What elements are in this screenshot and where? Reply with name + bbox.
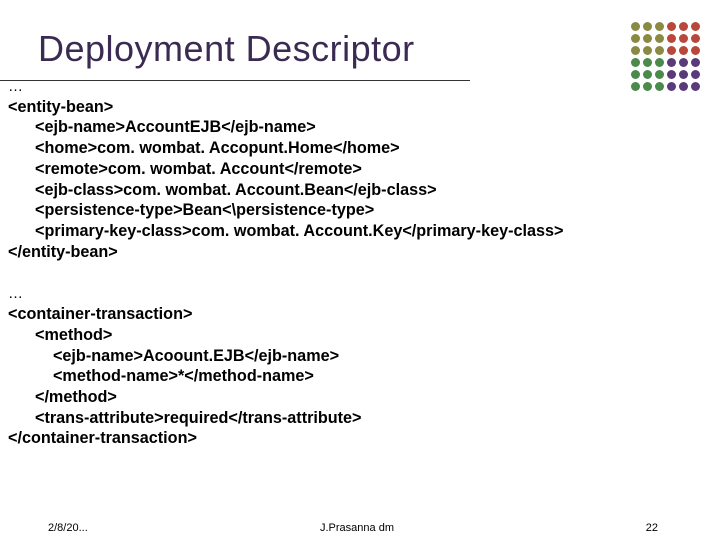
dot-icon bbox=[655, 34, 664, 43]
code-line: <ejb-name>Acoount.EJB</ejb-name> bbox=[8, 347, 339, 365]
dot-icon bbox=[679, 34, 688, 43]
code-line: </entity-bean> bbox=[8, 243, 118, 261]
code-line: <entity-bean> bbox=[8, 98, 113, 116]
dot-icon bbox=[691, 82, 700, 91]
dot-icon bbox=[643, 70, 652, 79]
code-line: <remote>com. wombat. Account</remote> bbox=[8, 160, 362, 178]
decorative-dot-grid bbox=[631, 22, 700, 91]
dot-icon bbox=[655, 70, 664, 79]
dot-icon bbox=[631, 46, 640, 55]
code-line: <ejb-name>AccountEJB</ejb-name> bbox=[8, 118, 316, 136]
ellipsis-top: … bbox=[8, 78, 23, 95]
dot-icon bbox=[631, 22, 640, 31]
slide: Deployment Descriptor … <entity-bean> <e… bbox=[0, 0, 720, 540]
dot-icon bbox=[691, 22, 700, 31]
dot-icon bbox=[691, 70, 700, 79]
ellipsis-mid: … bbox=[8, 285, 23, 302]
dot-icon bbox=[631, 82, 640, 91]
dot-icon bbox=[679, 58, 688, 67]
dot-icon bbox=[679, 46, 688, 55]
dot-icon bbox=[667, 46, 676, 55]
dot-icon bbox=[631, 58, 640, 67]
dot-icon bbox=[679, 22, 688, 31]
footer-page-number: 22 bbox=[646, 522, 658, 534]
dot-icon bbox=[631, 70, 640, 79]
dot-icon bbox=[643, 82, 652, 91]
code-line: <container-transaction> bbox=[8, 305, 192, 323]
dot-icon bbox=[679, 82, 688, 91]
dot-icon bbox=[679, 70, 688, 79]
dot-icon bbox=[667, 22, 676, 31]
dot-icon bbox=[643, 58, 652, 67]
dot-icon bbox=[667, 58, 676, 67]
code-line: <ejb-class>com. wombat. Account.Bean</ej… bbox=[8, 181, 437, 199]
dot-icon bbox=[643, 22, 652, 31]
dot-icon bbox=[667, 70, 676, 79]
code-line: <persistence-type>Bean<\persistence-type… bbox=[8, 201, 374, 219]
dot-icon bbox=[691, 34, 700, 43]
dot-icon bbox=[667, 34, 676, 43]
dot-icon bbox=[691, 46, 700, 55]
dot-icon bbox=[631, 34, 640, 43]
code-content: … <entity-bean> <ejb-name>AccountEJB</ej… bbox=[8, 76, 563, 449]
code-line: <trans-attribute>required</trans-attribu… bbox=[8, 409, 362, 427]
dot-icon bbox=[691, 58, 700, 67]
dot-icon bbox=[655, 46, 664, 55]
dot-icon bbox=[655, 58, 664, 67]
dot-icon bbox=[643, 34, 652, 43]
dot-icon bbox=[667, 82, 676, 91]
code-line: </container-transaction> bbox=[8, 429, 197, 447]
dot-icon bbox=[643, 46, 652, 55]
code-line: </method> bbox=[8, 388, 117, 406]
code-line: <primary-key-class>com. wombat. Account.… bbox=[8, 222, 563, 240]
dot-icon bbox=[655, 22, 664, 31]
code-line: <method> bbox=[8, 326, 112, 344]
slide-title: Deployment Descriptor bbox=[38, 28, 712, 70]
code-line: <method-name>*</method-name> bbox=[8, 367, 314, 385]
dot-icon bbox=[655, 82, 664, 91]
footer-author: J.Prasanna dm bbox=[320, 522, 394, 534]
footer-date: 2/8/20... bbox=[48, 522, 88, 534]
code-line: <home>com. wombat. Accopunt.Home</home> bbox=[8, 139, 400, 157]
